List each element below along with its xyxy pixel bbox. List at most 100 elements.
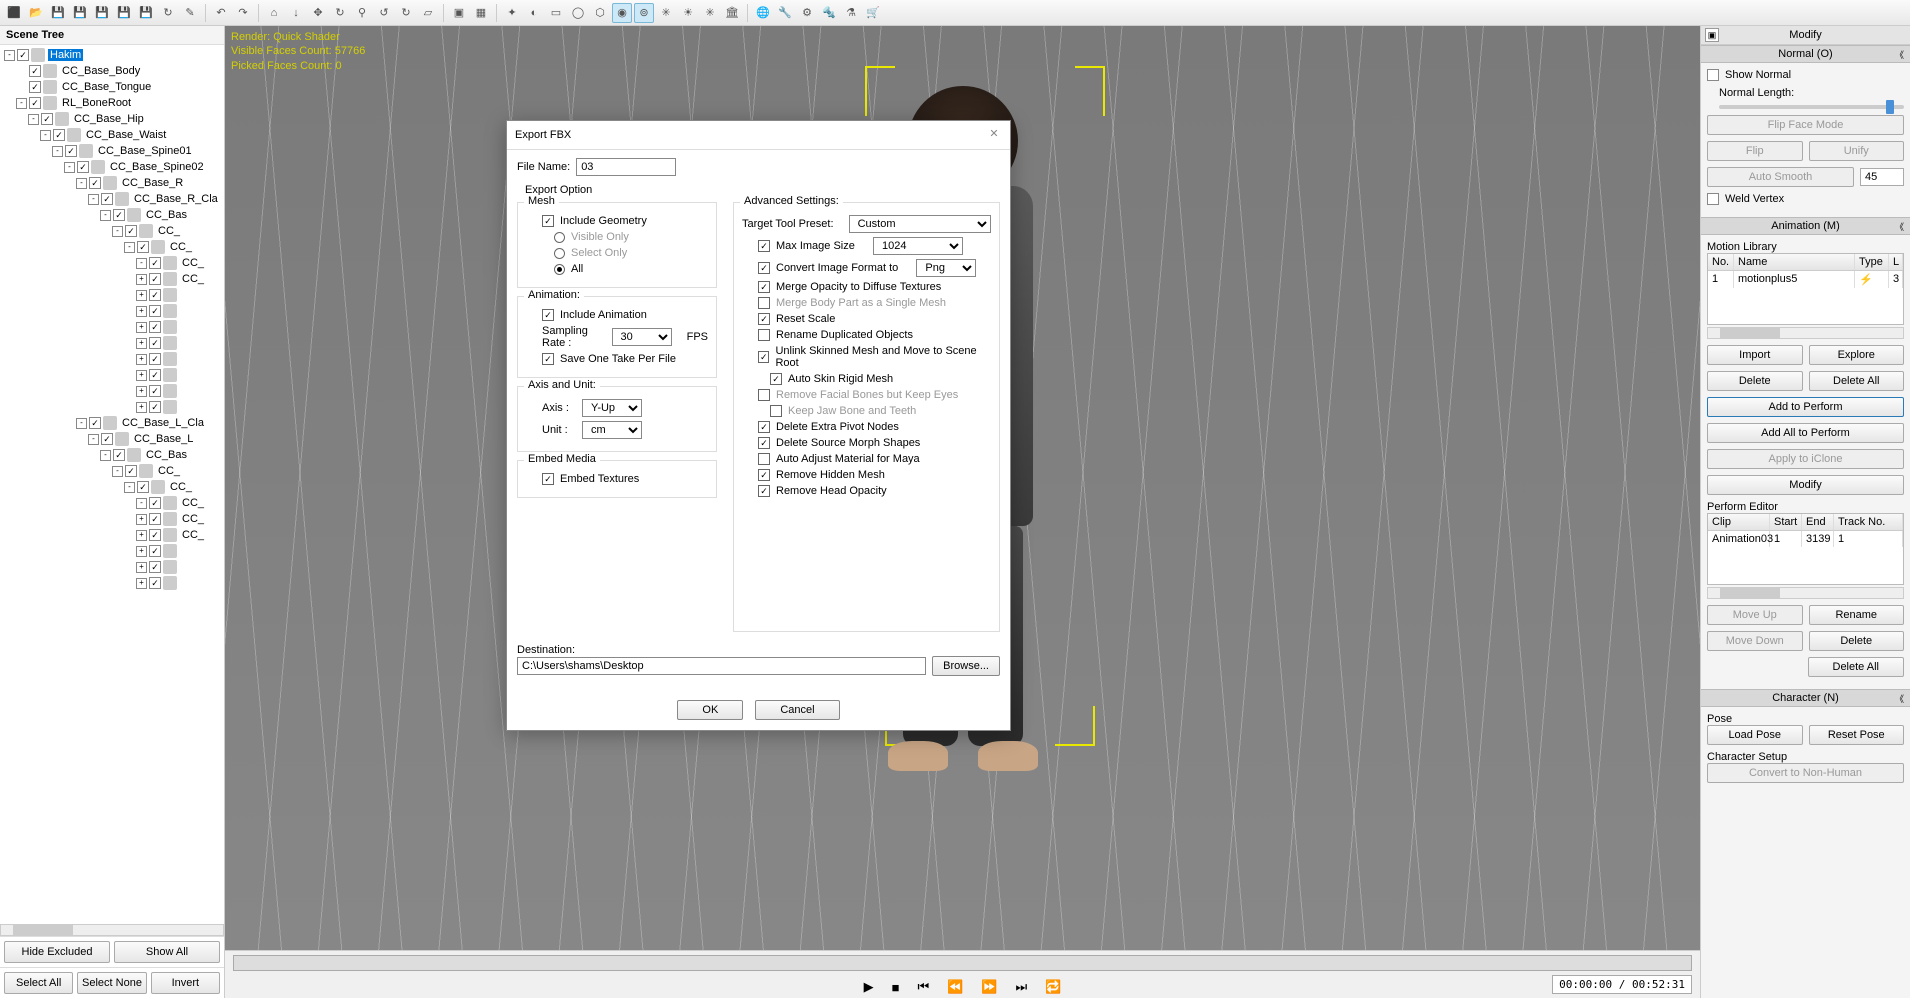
tree-checkbox[interactable]: ✓: [149, 497, 161, 509]
tree-expand-icon[interactable]: -: [52, 146, 63, 157]
tree-expand-icon[interactable]: -: [88, 194, 99, 205]
toolbar-button-1[interactable]: 📂: [26, 3, 46, 23]
toolbar-button-33[interactable]: ☀: [678, 3, 698, 23]
select-none-button[interactable]: Select None: [77, 972, 146, 994]
toolbar-button-42[interactable]: 🛒: [863, 3, 883, 23]
tree-node[interactable]: -✓CC_Base_R_Cla: [0, 191, 224, 207]
tree-node[interactable]: -✓Hakim: [0, 47, 224, 63]
unlink-skinned-checkbox[interactable]: [758, 351, 769, 363]
toolbar-button-8[interactable]: ✎: [180, 3, 200, 23]
tree-node[interactable]: -✓CC_Base_Hip: [0, 111, 224, 127]
show-normal-checkbox[interactable]: [1707, 69, 1719, 81]
toolbar-button-40[interactable]: 🔩: [819, 3, 839, 23]
tree-node[interactable]: -✓CC_Base_Waist: [0, 127, 224, 143]
tree-checkbox[interactable]: ✓: [149, 337, 161, 349]
tree-checkbox[interactable]: ✓: [149, 401, 161, 413]
tree-expand-icon[interactable]: -: [76, 418, 87, 429]
tree-checkbox[interactable]: ✓: [137, 241, 149, 253]
max-image-checkbox[interactable]: [758, 240, 770, 252]
hide-excluded-button[interactable]: Hide Excluded: [4, 941, 110, 963]
tree-checkbox[interactable]: ✓: [149, 289, 161, 301]
toolbar-button-37[interactable]: 🌐: [753, 3, 773, 23]
toolbar-button-31[interactable]: ⊚: [634, 3, 654, 23]
tree-checkbox[interactable]: ✓: [149, 369, 161, 381]
tree-node[interactable]: ✓CC_Base_Tongue: [0, 79, 224, 95]
tree-checkbox[interactable]: ✓: [17, 49, 29, 61]
tree-checkbox[interactable]: ✓: [41, 113, 53, 125]
tree-expand-icon[interactable]: -: [124, 242, 135, 253]
tree-checkbox[interactable]: ✓: [77, 161, 89, 173]
tree-expand-icon[interactable]: +: [136, 578, 147, 589]
sampling-rate-select[interactable]: 30: [612, 328, 672, 346]
tree-expand-icon[interactable]: -: [112, 466, 123, 477]
save-one-take-checkbox[interactable]: [542, 353, 554, 365]
tree-node[interactable]: -✓CC_: [0, 239, 224, 255]
toolbar-button-6[interactable]: 💾: [136, 3, 156, 23]
convert-format-checkbox[interactable]: [758, 262, 770, 274]
toolbar-button-0[interactable]: ⬛: [4, 3, 24, 23]
toolbar-button-20[interactable]: ▱: [418, 3, 438, 23]
toolbar-button-7[interactable]: ↻: [158, 3, 178, 23]
tree-expand-icon[interactable]: +: [136, 322, 147, 333]
tree-checkbox[interactable]: ✓: [89, 177, 101, 189]
unit-select[interactable]: cm: [582, 421, 642, 439]
target-preset-select[interactable]: Custom: [849, 215, 991, 233]
tree-checkbox[interactable]: ✓: [149, 545, 161, 557]
skip-start-button[interactable]: ⏮: [917, 979, 929, 995]
toolbar-button-16[interactable]: ↻: [330, 3, 350, 23]
tree-node[interactable]: -✓CC_: [0, 495, 224, 511]
tree-expand-icon[interactable]: -: [40, 130, 51, 141]
max-image-select[interactable]: 1024: [873, 237, 963, 255]
normal-length-slider[interactable]: [1719, 105, 1904, 109]
merge-opacity-checkbox[interactable]: [758, 281, 770, 293]
tree-checkbox[interactable]: ✓: [113, 449, 125, 461]
explore-button[interactable]: Explore: [1809, 345, 1905, 365]
motion-scrollbar[interactable]: [1707, 327, 1904, 339]
rewind-button[interactable]: ⏪: [947, 979, 963, 995]
tree-checkbox[interactable]: ✓: [89, 417, 101, 429]
tree-node[interactable]: -✓CC_Base_Spine01: [0, 143, 224, 159]
cancel-button[interactable]: Cancel: [755, 700, 839, 720]
tree-expand-icon[interactable]: -: [100, 450, 111, 461]
tree-checkbox[interactable]: ✓: [29, 81, 41, 93]
tree-node[interactable]: +✓CC_: [0, 511, 224, 527]
toolbar-button-28[interactable]: ◯: [568, 3, 588, 23]
motion-library-table[interactable]: No. Name Type L 1 motionplus5 ⚡ 3: [1707, 253, 1904, 325]
tree-node[interactable]: +✓: [0, 335, 224, 351]
perform-scrollbar[interactable]: [1707, 587, 1904, 599]
smooth-angle-input[interactable]: [1860, 168, 1904, 186]
tree-node[interactable]: +✓CC_: [0, 527, 224, 543]
tree-checkbox[interactable]: ✓: [149, 577, 161, 589]
all-radio[interactable]: [554, 264, 565, 275]
delete-all-button[interactable]: Delete All: [1809, 371, 1905, 391]
include-animation-checkbox[interactable]: [542, 309, 554, 321]
tree-checkbox[interactable]: ✓: [125, 225, 137, 237]
delete-morph-checkbox[interactable]: [758, 437, 770, 449]
toolbar-button-19[interactable]: ↻: [396, 3, 416, 23]
tree-checkbox[interactable]: ✓: [113, 209, 125, 221]
add-to-perform-button[interactable]: Add to Perform: [1707, 397, 1904, 417]
reset-scale-checkbox[interactable]: [758, 313, 770, 325]
tree-node[interactable]: -✓RL_BoneRoot: [0, 95, 224, 111]
tree-expand-icon[interactable]: -: [16, 98, 27, 109]
timeline-track[interactable]: [233, 955, 1692, 971]
toolbar-button-38[interactable]: 🔧: [775, 3, 795, 23]
weld-vertex-checkbox[interactable]: [1707, 193, 1719, 205]
toolbar-button-29[interactable]: ⬡: [590, 3, 610, 23]
tree-checkbox[interactable]: ✓: [149, 273, 161, 285]
skip-end-button[interactable]: ⏭: [1016, 979, 1028, 995]
delete-pivot-checkbox[interactable]: [758, 421, 770, 433]
auto-skin-checkbox[interactable]: [770, 373, 782, 385]
tree-checkbox[interactable]: ✓: [125, 465, 137, 477]
remove-head-checkbox[interactable]: [758, 485, 770, 497]
minimize-icon[interactable]: ▣: [1705, 28, 1719, 42]
toolbar-button-14[interactable]: ↓: [286, 3, 306, 23]
toolbar-button-23[interactable]: ▦: [471, 3, 491, 23]
toolbar-button-34[interactable]: ✳: [700, 3, 720, 23]
tree-node[interactable]: -✓CC_Base_L_Cla: [0, 415, 224, 431]
perform-editor-table[interactable]: Clip Start End Track No. Animation03 1 3…: [1707, 513, 1904, 585]
embed-textures-checkbox[interactable]: [542, 473, 554, 485]
select-all-button[interactable]: Select All: [4, 972, 73, 994]
close-icon[interactable]: ✕: [986, 127, 1002, 143]
tree-expand-icon[interactable]: -: [76, 178, 87, 189]
